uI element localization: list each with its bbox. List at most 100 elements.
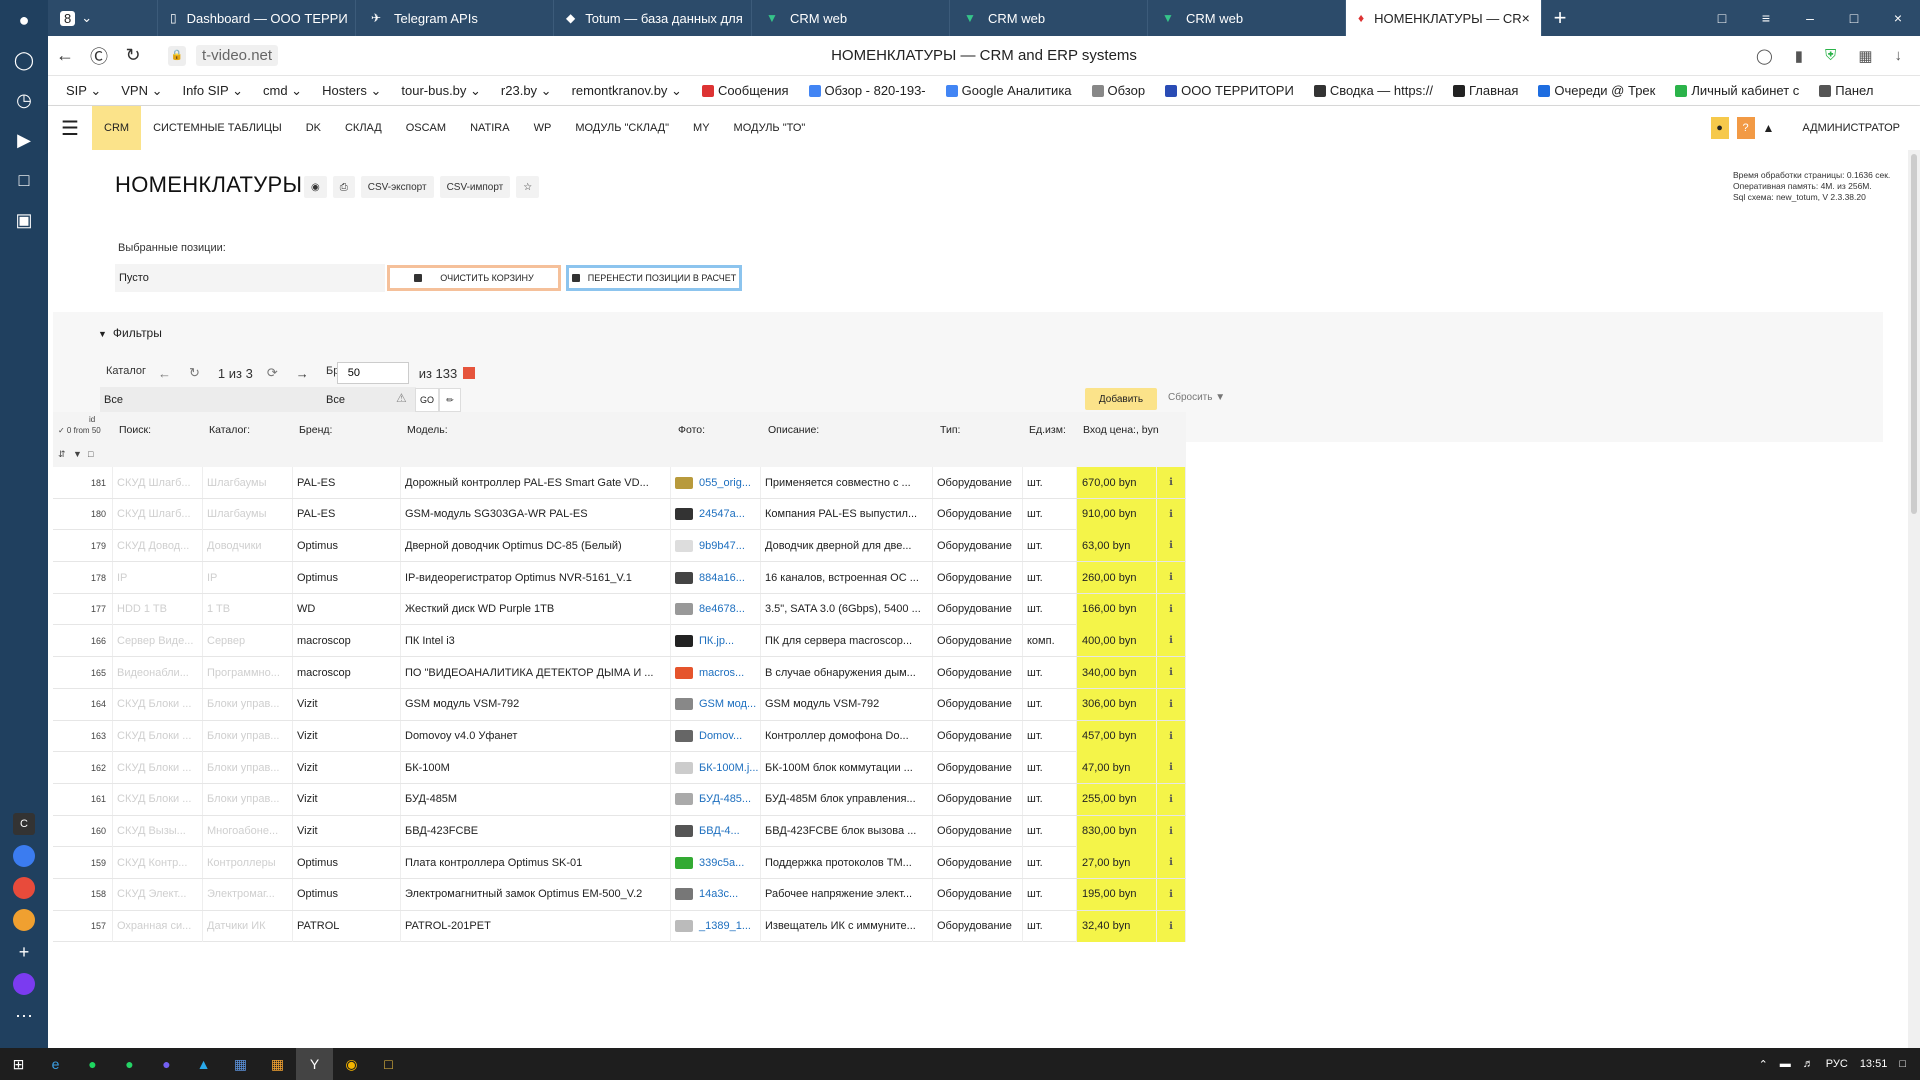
menu-icon[interactable]: ☰ — [48, 106, 92, 150]
info-icon[interactable]: ℹ — [1157, 593, 1186, 625]
eraser-icon[interactable]: ✏ — [439, 388, 461, 412]
tab-crm-1[interactable]: ▼ CRM web — [752, 0, 950, 36]
nav-warehouse[interactable]: СКЛАД — [333, 106, 394, 150]
page-size-input[interactable] — [336, 362, 409, 384]
next-page-icon[interactable]: → — [296, 366, 309, 381]
cell-photo[interactable]: ПК.jp... — [671, 625, 761, 657]
photo-thumbnail[interactable] — [675, 634, 693, 647]
photo-thumbnail[interactable] — [675, 825, 693, 838]
clear-cart-button[interactable]: ОЧИСТИТЬ КОРЗИНУ — [387, 265, 561, 291]
add-button[interactable]: Добавить — [1085, 388, 1157, 410]
info-icon[interactable]: ℹ — [1157, 720, 1186, 752]
table-row[interactable]: 158 СКУД Элект... Электромаг... Optimus Элек… — [53, 878, 1186, 911]
tab-nomenclature[interactable]: ♦ НОМЕНКЛАТУРЫ — CR × — [1346, 0, 1542, 36]
more-icon[interactable]: ⋯ — [0, 1000, 48, 1032]
photo-thumbnail[interactable] — [675, 888, 693, 901]
bookmark-info-sip[interactable]: Info SIP ⌄ — [182, 83, 243, 99]
refresh-page-icon[interactable]: ↻ — [189, 365, 200, 381]
bookmark-google-analytics[interactable]: Google Аналитика — [945, 83, 1072, 98]
bookmark-queues[interactable]: Очереди @ Трек — [1538, 83, 1655, 98]
bookmark-overview[interactable]: Обзор - 820-193- — [808, 83, 926, 98]
ie-icon[interactable]: e — [37, 1048, 74, 1080]
bookmark-remontkranov[interactable]: remontkranov.by ⌄ — [572, 83, 682, 99]
notifications-icon[interactable]: ◯ — [0, 40, 48, 80]
info-icon[interactable]: ℹ — [1157, 847, 1186, 879]
header-type[interactable]: Тип: — [940, 424, 960, 436]
bookmark-ooo[interactable]: ООО ТЕРРИТОРИ — [1165, 83, 1294, 98]
shield-icon[interactable]: ⛨ — [1825, 47, 1836, 65]
yandex-browser-icon[interactable]: Y — [296, 1048, 333, 1080]
nav-wp[interactable]: WP — [522, 106, 564, 150]
table-row[interactable]: 159 СКУД Контр... Контроллеры Optimus Плата … — [53, 847, 1186, 879]
tab-totum[interactable]: ◆ Totum — база данных для — [554, 0, 752, 36]
reload-icon[interactable]: ⟳ — [267, 365, 278, 381]
extensions-icon[interactable]: ▦ — [1858, 47, 1872, 65]
header-brand[interactable]: Бренд: — [299, 424, 332, 436]
go-button[interactable]: GO — [415, 388, 439, 412]
cell-photo[interactable]: GSM мод... — [671, 688, 761, 720]
screenshot-icon[interactable]: ▣ — [0, 200, 48, 240]
nav-module-warehouse[interactable]: МОДУЛЬ "СКЛАД" — [563, 106, 681, 150]
table-row[interactable]: 161 СКУД Блоки ... Блоки управ... Vizit БУД-… — [53, 783, 1186, 816]
table-row[interactable]: 166 Сервер Виде... Сервер macroscop ПК Intel… — [53, 625, 1186, 658]
photo-thumbnail[interactable] — [675, 666, 693, 679]
header-price[interactable]: Вход цена:, byn — [1083, 424, 1159, 436]
filter-catalog-select[interactable]: Все — [100, 387, 322, 413]
move-positions-button[interactable]: ПЕРЕНЕСТИ ПОЗИЦИИ В РАСЧЕТ — [566, 265, 742, 291]
telegram-icon[interactable]: ▲ — [185, 1048, 222, 1080]
bookmark-obzor[interactable]: Обзор — [1091, 83, 1145, 98]
notification-icon[interactable]: □ — [1899, 1058, 1906, 1070]
photo-link[interactable]: БК-100М.j... — [699, 762, 758, 774]
eye-icon[interactable]: ◉ — [304, 176, 327, 198]
cell-photo[interactable]: 9b9b47... — [671, 530, 761, 562]
table-row[interactable]: 177 HDD 1 TB 1 TB WD Жесткий диск WD Purple … — [53, 593, 1186, 626]
photo-thumbnail[interactable] — [675, 730, 693, 742]
photo-link[interactable]: БВД-4... — [699, 825, 740, 837]
table-row[interactable]: 164 СКУД Блоки ... Блоки управ... Vizit GSM … — [53, 688, 1186, 721]
photo-thumbnail[interactable] — [675, 761, 693, 774]
maps-icon[interactable] — [0, 872, 48, 904]
header-unit[interactable]: Ед.изм: — [1029, 424, 1066, 436]
bookmark-sip[interactable]: SIP ⌄ — [66, 83, 101, 99]
nav-system-tables[interactable]: СИСТЕМНЫЕ ТАБЛИЦЫ — [141, 106, 294, 150]
spotify-icon[interactable]: ● — [74, 1048, 111, 1080]
photo-thumbnail[interactable] — [675, 856, 693, 869]
user-name[interactable]: АДМИНИСТРАТОР — [1802, 122, 1900, 134]
cell-photo[interactable]: Domov... — [671, 720, 761, 752]
photo-link[interactable]: 339c5a... — [699, 857, 744, 869]
maximize-icon[interactable]: □ — [1832, 10, 1876, 26]
photo-thumbnail[interactable] — [675, 476, 693, 489]
photo-link[interactable]: 9b9b47... — [699, 540, 745, 552]
header-description[interactable]: Описание: — [768, 424, 819, 436]
photo-thumbnail[interactable] — [675, 920, 693, 933]
scrollbar-thumb[interactable] — [1911, 154, 1917, 514]
bell-icon[interactable]: ▲ — [1763, 121, 1775, 135]
nav-my[interactable]: MY — [681, 106, 722, 150]
bookmark-hosters[interactable]: Hosters ⌄ — [322, 83, 381, 99]
cell-photo[interactable]: 14a3c... — [671, 878, 761, 910]
chrome-icon[interactable]: ◉ — [333, 1048, 370, 1080]
info-icon[interactable]: ℹ — [1157, 878, 1186, 910]
cell-photo[interactable]: 339c5a... — [671, 847, 761, 879]
info-icon[interactable]: ℹ — [1157, 657, 1186, 689]
bookmark-svodka[interactable]: Сводка — https:// — [1313, 83, 1433, 98]
info-icon[interactable]: ℹ — [1157, 467, 1186, 498]
table-row[interactable]: 165 Видеонабли... Программно... macroscop ПО… — [53, 657, 1186, 689]
bookmark-icon[interactable]: ▮ — [1795, 47, 1803, 65]
cell-photo[interactable]: 884a16... — [671, 562, 761, 594]
header-search[interactable]: Поиск: — [119, 424, 151, 436]
new-tab-button[interactable]: + — [1542, 0, 1578, 36]
select-all-checkbox[interactable]: ✓ 0 from 50 — [58, 426, 101, 435]
tab-counter[interactable]: 8 ⌄ — [48, 0, 158, 36]
photo-thumbnail[interactable] — [675, 698, 693, 711]
cell-photo[interactable]: БК-100М.j... — [671, 752, 761, 784]
app-icon[interactable]: ▦ — [259, 1048, 296, 1080]
photo-thumbnail[interactable] — [675, 571, 693, 584]
checkbox-icon[interactable]: □ — [88, 449, 93, 459]
info-icon[interactable]: ℹ — [1157, 910, 1186, 942]
nav-oscam[interactable]: OSCAM — [394, 106, 458, 150]
cell-photo[interactable]: 055_orig... — [671, 467, 761, 498]
windows-start-icon[interactable]: ⊞ — [0, 1048, 37, 1080]
app-c-icon[interactable]: C — [0, 808, 48, 840]
photo-link[interactable]: GSM мод... — [699, 698, 756, 710]
